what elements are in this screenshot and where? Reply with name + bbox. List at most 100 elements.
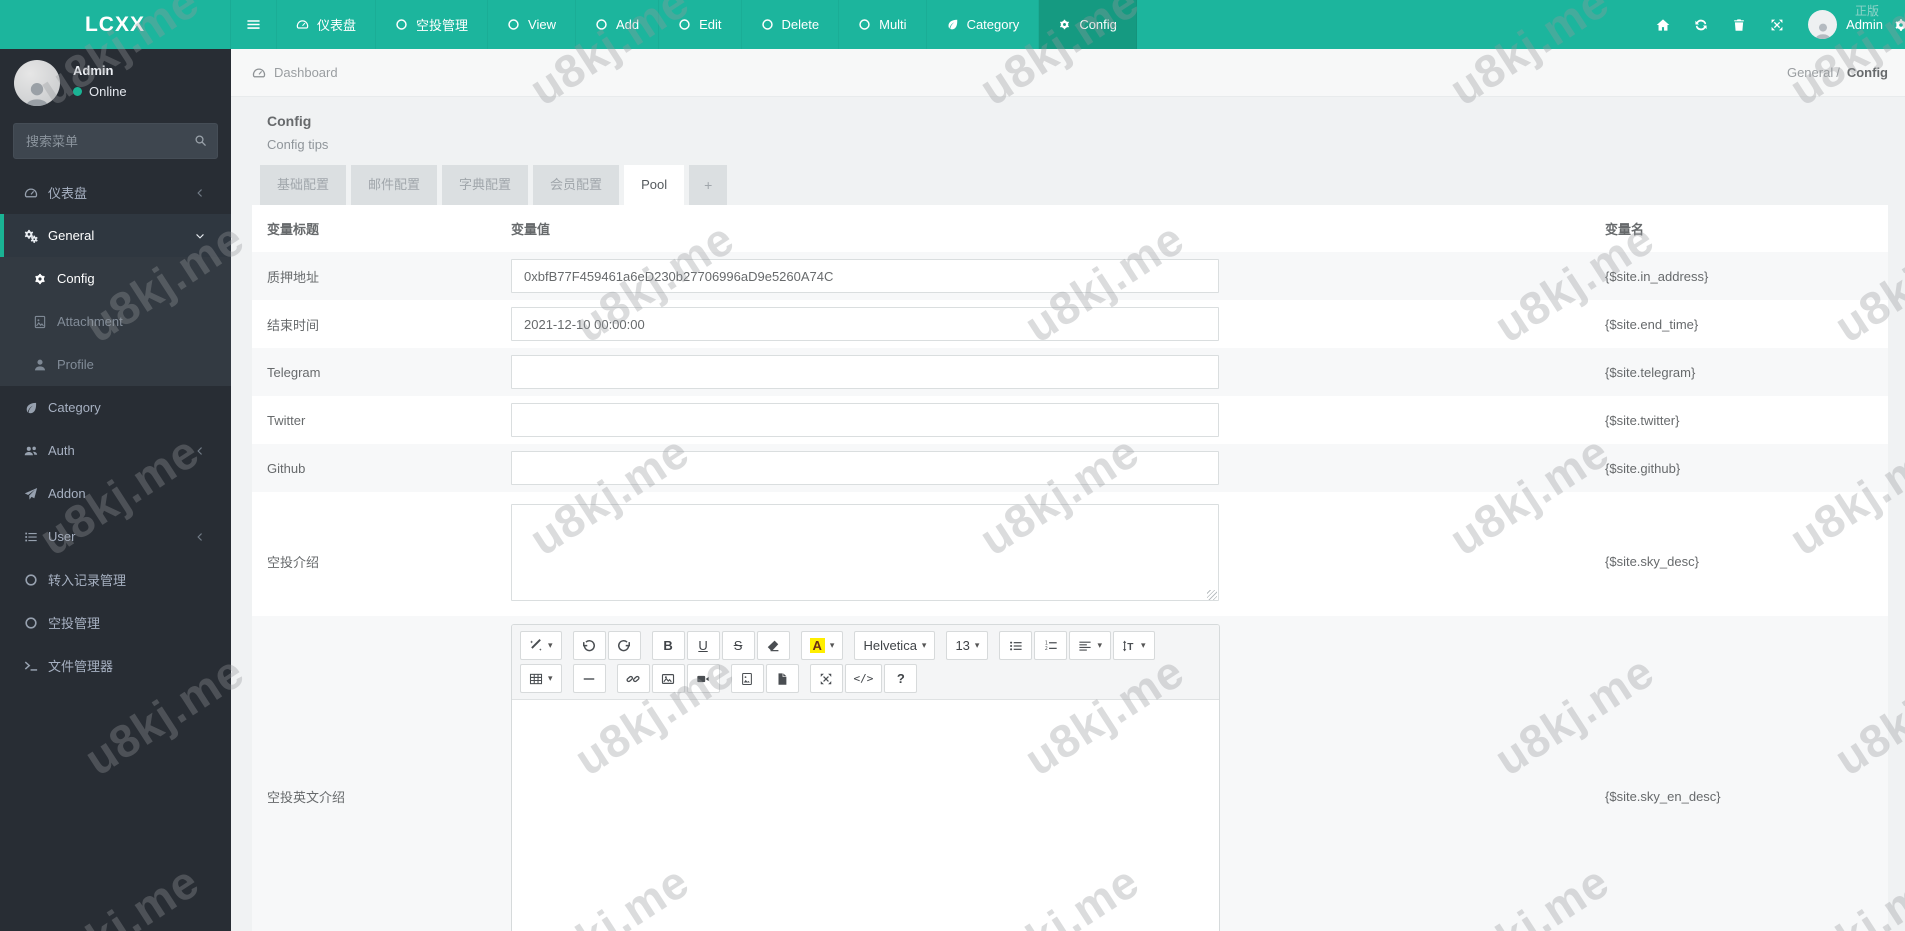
- sidebar-item-general[interactable]: General: [0, 214, 231, 257]
- search-input[interactable]: [13, 123, 218, 159]
- caret-down-icon: ▾: [921, 640, 927, 650]
- nav-item-config[interactable]: Config: [1039, 0, 1137, 49]
- sidebar-item-addon[interactable]: Addon: [0, 472, 231, 515]
- top-navbar: LCXX 仪表盘 空投管理 View Add Edit Delete Multi Catego…: [0, 0, 1905, 49]
- gear-icon: [1893, 17, 1905, 33]
- breadcrumb-dashboard-link[interactable]: Dashboard: [252, 65, 338, 80]
- github-input[interactable]: [511, 451, 1219, 485]
- video-button[interactable]: [686, 664, 720, 693]
- tab-email[interactable]: 邮件配置: [351, 165, 438, 205]
- underline-button[interactable]: U: [686, 631, 720, 660]
- config-tabs: 基础配置 邮件配置 字典配置 会员配置 Pool +: [260, 165, 732, 205]
- caret-down-icon: ▾: [1140, 640, 1146, 650]
- expand-button[interactable]: [1758, 0, 1796, 49]
- circle-icon: [24, 573, 38, 587]
- sidebar-item-user[interactable]: User: [0, 515, 231, 558]
- nav-item-add[interactable]: Add: [576, 0, 660, 49]
- redo-button[interactable]: [607, 631, 641, 660]
- nav-item-multi[interactable]: Multi: [839, 0, 927, 49]
- paragraph-button[interactable]: ▾: [1069, 631, 1111, 660]
- file-button[interactable]: [765, 664, 799, 693]
- tab-member[interactable]: 会员配置: [533, 165, 620, 205]
- undo-button[interactable]: [572, 631, 606, 660]
- strikethrough-button[interactable]: S: [721, 631, 755, 660]
- chevron-left-icon: [195, 446, 205, 456]
- picture-button[interactable]: [651, 664, 685, 693]
- twitter-input[interactable]: [511, 403, 1219, 437]
- user-icon: [1812, 21, 1834, 39]
- sidebar-item-profile[interactable]: Profile: [0, 343, 231, 386]
- trash-icon: [1732, 18, 1746, 32]
- caret-down-icon: ▾: [829, 640, 835, 650]
- font-size-select[interactable]: 13 ▾: [946, 631, 989, 660]
- font-color-button[interactable]: A ▾: [800, 631, 844, 660]
- nav-item-dashboard[interactable]: 仪表盘: [277, 0, 377, 49]
- avatar[interactable]: [14, 60, 60, 106]
- field-label: 质押地址: [267, 269, 320, 285]
- app-logo: LCXX: [0, 0, 231, 49]
- refresh-button[interactable]: [1682, 0, 1720, 49]
- circle-icon: [858, 18, 871, 31]
- sidebar-item-airdrop-manage[interactable]: 空投管理: [0, 601, 231, 644]
- tab-add-tab[interactable]: +: [689, 165, 728, 205]
- form-row-sky_en_desc: 空投英文介绍 ▾ B U S A ▾ Helvetica ▾ 13 ▾ 1 2 ▾ T ▾ ▾ </>? {$sit…: [252, 616, 1888, 931]
- file-icon: [775, 672, 789, 686]
- sidebar-item-category[interactable]: Category: [0, 386, 231, 429]
- sky_desc-textarea[interactable]: [511, 504, 1219, 601]
- field-label: Twitter: [267, 412, 306, 428]
- user-icon: [33, 358, 47, 372]
- dashboard-icon: [24, 186, 38, 200]
- fullscreen-icon: [819, 672, 833, 686]
- menu-search: [13, 123, 218, 159]
- table-button[interactable]: ▾: [520, 664, 562, 693]
- sidebar-item-auth[interactable]: Auth: [0, 429, 231, 472]
- nav-item-delete[interactable]: Delete: [742, 0, 840, 49]
- nav-item-airdrop-manage[interactable]: 空投管理: [376, 0, 489, 49]
- sidebar-item-dashboard[interactable]: 仪表盘: [0, 171, 231, 214]
- dashboard-icon: [296, 18, 309, 31]
- trash-button[interactable]: [1720, 0, 1758, 49]
- style-button[interactable]: ▾: [520, 631, 562, 660]
- tab-dictionary[interactable]: 字典配置: [442, 165, 529, 205]
- sidebar-item-transfer-records[interactable]: 转入记录管理: [0, 558, 231, 601]
- circle-icon: [761, 18, 774, 31]
- dashboard-icon: [252, 66, 266, 80]
- end_time-input[interactable]: [511, 307, 1219, 341]
- editor-content-area[interactable]: [512, 700, 1219, 931]
- breadcrumb: Dashboard General / Config: [231, 49, 1905, 97]
- sidebar-item-attachment[interactable]: Attachment: [0, 300, 231, 343]
- line-height-button[interactable]: T ▾: [1112, 631, 1155, 660]
- code-view-button[interactable]: </>: [844, 664, 883, 693]
- telegram-input[interactable]: [511, 355, 1219, 389]
- sidebar-item-file-manager[interactable]: 文件管理器: [0, 644, 231, 687]
- horizontal-rule-button[interactable]: [572, 664, 606, 693]
- link-button[interactable]: [616, 664, 650, 693]
- bars-icon: [246, 17, 261, 32]
- clear-format-button[interactable]: [756, 631, 790, 660]
- ordered-list-button[interactable]: 12: [1034, 631, 1068, 660]
- nav-item-view[interactable]: View: [488, 0, 576, 49]
- fullscreen-button[interactable]: [809, 664, 843, 693]
- nav-item-edit[interactable]: Edit: [659, 0, 742, 49]
- help-button[interactable]: ?: [884, 664, 918, 693]
- bold-button[interactable]: B: [651, 631, 685, 660]
- paper-plane-icon: [24, 487, 38, 501]
- home-button[interactable]: [1644, 0, 1682, 49]
- image-file-icon: [740, 672, 754, 686]
- font-family-select[interactable]: Helvetica ▾: [854, 631, 936, 660]
- image-upload-button[interactable]: [730, 664, 764, 693]
- settings-icon[interactable]: [1893, 0, 1905, 49]
- avatar[interactable]: [1808, 10, 1838, 39]
- in_address-input[interactable]: [511, 259, 1219, 293]
- form-row-sky_desc: 空投介绍 {$site.sky_desc}: [252, 492, 1888, 616]
- tab-pool[interactable]: Pool: [624, 165, 685, 205]
- resize-handle[interactable]: [1207, 590, 1217, 600]
- svg-text:2: 2: [1045, 646, 1048, 652]
- tab-basic[interactable]: 基础配置: [260, 165, 347, 205]
- list-icon: [24, 530, 38, 544]
- sidebar-item-config[interactable]: Config: [0, 257, 231, 300]
- navbar-user-name[interactable]: Admin: [1846, 17, 1883, 32]
- sidebar-toggle-button[interactable]: [231, 0, 277, 49]
- nav-item-category[interactable]: Category: [927, 0, 1040, 49]
- unordered-list-button[interactable]: [999, 631, 1033, 660]
